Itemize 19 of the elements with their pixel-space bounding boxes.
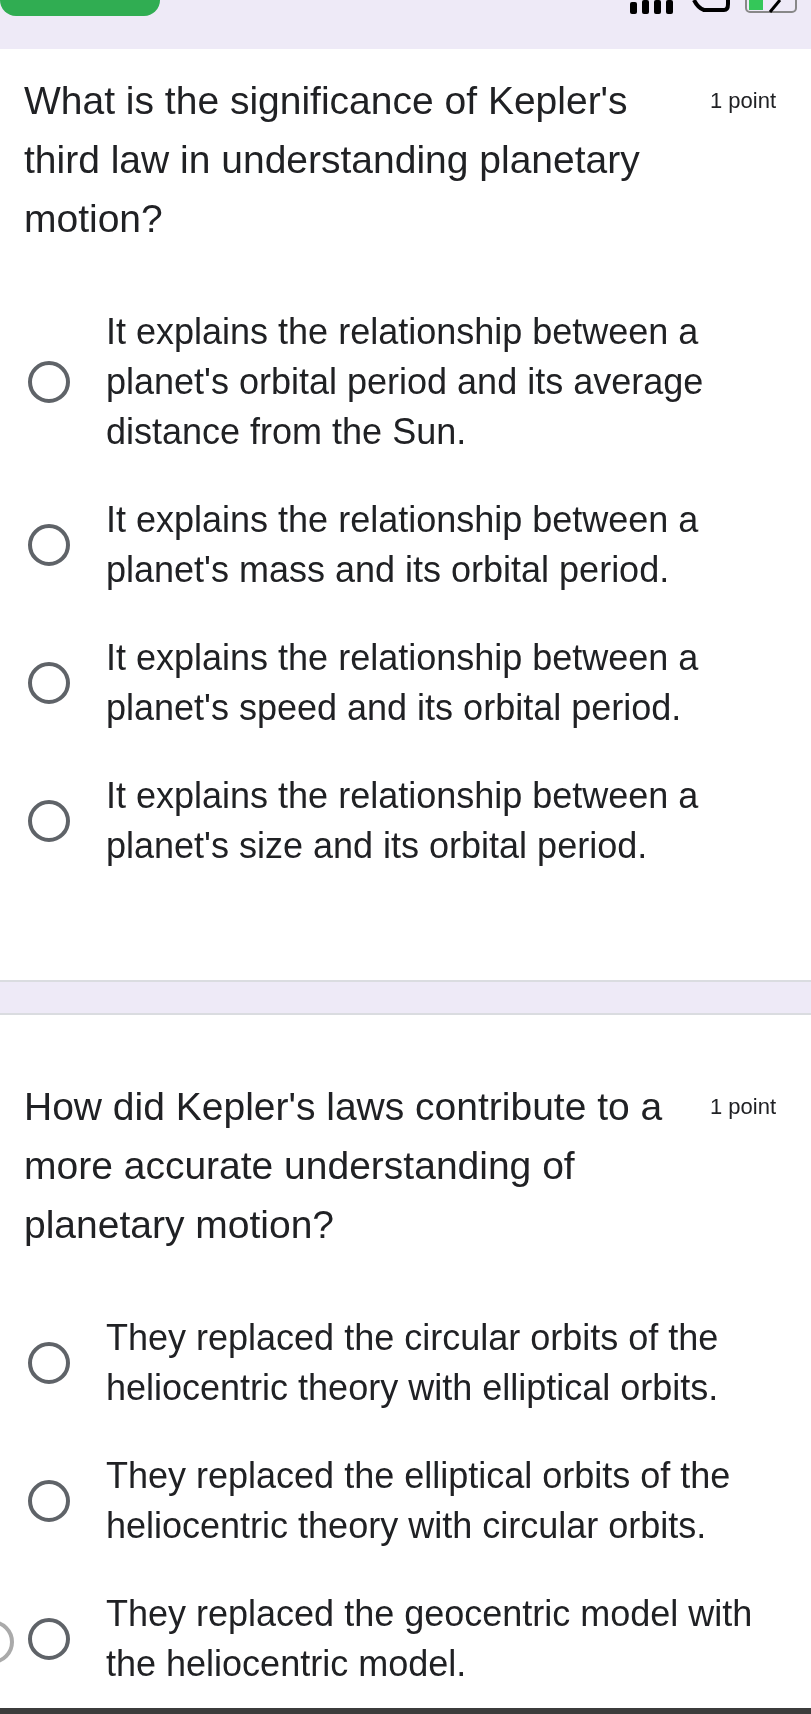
question-text: What is the significance of Kepler's third law in understanding planetary motion? [24,78,641,242]
option-label[interactable]: They replaced the geocentric model with the heliocentric model. [106,1589,756,1689]
radio-button[interactable] [28,1618,70,1660]
question-text: How did Kepler's laws contribute to a more accurate understanding of planetary motion? [24,1084,664,1248]
radio-button[interactable] [28,662,70,704]
option-label[interactable]: It explains the relationship between a planet's orbital period and its average distance from the Sun. [106,307,756,457]
radio-button[interactable] [28,800,70,842]
points-label: 1 point [709,1093,776,1121]
option-label[interactable]: It explains the relationship between a planet's speed and its orbital period. [106,633,756,733]
radio-button[interactable] [28,1480,70,1522]
radio-button[interactable] [28,1342,70,1384]
option-label[interactable]: It explains the relationship between a planet's size and its orbital period. [106,771,756,871]
option-label[interactable]: They replaced the circular orbits of the heliocentric theory with elliptical orbits. [106,1313,756,1413]
option-label[interactable]: They replaced the elliptical orbits of the heliocentric theory with circular orbits. [106,1451,756,1551]
battery-icon [744,0,800,14]
points-label: 1 point [709,87,776,115]
option-label[interactable]: It explains the relationship between a planet's mass and its orbital period. [106,495,756,595]
radio-button[interactable] [28,361,70,403]
radio-button[interactable] [28,524,70,566]
